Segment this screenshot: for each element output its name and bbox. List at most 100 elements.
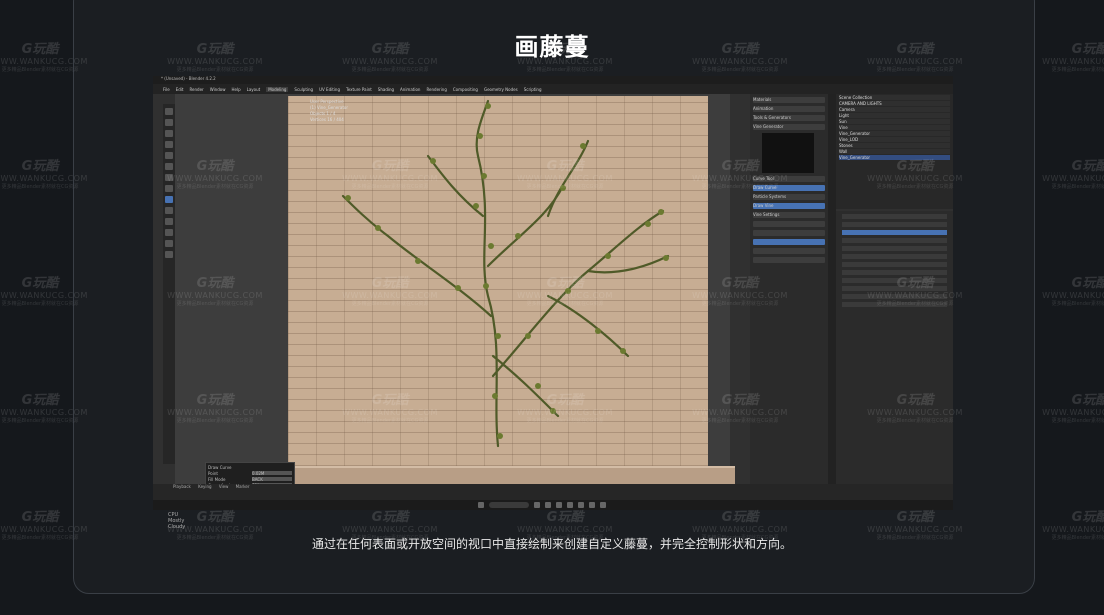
wall-base: [275, 466, 735, 486]
transform-tool-icon[interactable]: [165, 163, 173, 170]
menu-file[interactable]: File: [163, 87, 170, 92]
cursor-tool-icon[interactable]: [165, 119, 173, 126]
rotate-tool-icon[interactable]: [165, 141, 173, 148]
blender-icon[interactable]: [600, 502, 606, 508]
outliner-item[interactable]: Vine_Generator: [839, 131, 950, 136]
outliner-item[interactable]: Camera: [839, 107, 950, 112]
tab-texture-paint[interactable]: Texture Paint: [346, 87, 372, 92]
viewport-stats: User Perspective (1) Vine_Generator Obje…: [310, 99, 348, 123]
extrude-tool-icon[interactable]: [165, 218, 173, 225]
radius-tool-icon[interactable]: [165, 229, 173, 236]
prop-row[interactable]: [842, 254, 947, 259]
caption: 通过在任何表面或开放空间的视口中直接绘制来创建自定义藤蔓，并完全控制形状和方向。: [311, 537, 792, 551]
outliner-item[interactable]: Light: [839, 113, 950, 118]
vine-preview-thumbnail: [762, 133, 814, 173]
tab-modeling[interactable]: Modeling: [266, 86, 289, 92]
menu-edit[interactable]: Edit: [176, 87, 184, 92]
taskbar-search[interactable]: [489, 502, 529, 508]
start-icon[interactable]: [478, 502, 484, 508]
np-animation[interactable]: Animation: [753, 106, 825, 112]
np-row[interactable]: [753, 221, 825, 227]
outliner-item[interactable]: Stones: [839, 143, 950, 148]
np-vine-settings[interactable]: Vine Settings: [753, 212, 825, 218]
prop-row[interactable]: [842, 302, 947, 307]
tab-compositing[interactable]: Compositing: [453, 87, 478, 92]
prop-row[interactable]: [842, 214, 947, 219]
np-curve-tool[interactable]: Curve Tool: [753, 176, 825, 182]
window-titlebar: * (Unsaved) - Blender 4.2.2: [153, 76, 953, 84]
menu-render[interactable]: Render: [189, 87, 203, 92]
tilt-tool-icon[interactable]: [165, 240, 173, 247]
draw-tool-icon[interactable]: [165, 196, 173, 203]
move-tool-icon[interactable]: [165, 130, 173, 137]
prop-row[interactable]: [842, 286, 947, 291]
menu-window[interactable]: Window: [210, 87, 226, 92]
3d-viewport[interactable]: User Perspective (1) Vine_Generator Obje…: [175, 94, 735, 502]
properties-editor: [836, 211, 953, 484]
np-draw-curve[interactable]: Draw Curve: [753, 185, 825, 191]
op-label: Fill Mode: [208, 477, 226, 482]
timeline[interactable]: Playback Keying View Marker: [153, 484, 953, 500]
randomize-tool-icon[interactable]: [165, 251, 173, 258]
app-icon[interactable]: [567, 502, 573, 508]
app-icon[interactable]: [534, 502, 540, 508]
op-label: Point: [208, 471, 218, 476]
np-particle-systems[interactable]: Particle Systems: [753, 194, 825, 200]
np-materials[interactable]: Materials: [753, 97, 825, 103]
prop-row[interactable]: [842, 270, 947, 275]
sidebar-n-panel: Materials Animation Tools & Generators V…: [750, 94, 828, 484]
prop-row[interactable]: [842, 230, 947, 235]
timeline-view[interactable]: View: [219, 484, 229, 489]
np-row[interactable]: [753, 230, 825, 236]
prop-row[interactable]: [842, 262, 947, 267]
scale-tool-icon[interactable]: [165, 152, 173, 159]
menu-help[interactable]: Help: [231, 87, 240, 92]
timeline-keying[interactable]: Keying: [198, 484, 211, 489]
page-title: 画藤蔓: [514, 33, 590, 61]
op-field[interactable]: BACK: [252, 477, 292, 482]
app-icon[interactable]: [578, 502, 584, 508]
prop-row[interactable]: [842, 246, 947, 251]
np-draw-vine[interactable]: Draw Vine: [753, 203, 825, 209]
pen-tool-icon[interactable]: [165, 207, 173, 214]
tab-scripting[interactable]: Scripting: [524, 87, 542, 92]
blender-screenshot: * (Unsaved) - Blender 4.2.2 File Edit Re…: [153, 76, 953, 510]
window-title: * (Unsaved) - Blender 4.2.2: [161, 76, 216, 81]
tab-animation[interactable]: Animation: [400, 87, 420, 92]
tab-geometry-nodes[interactable]: Geometry Nodes: [484, 87, 518, 92]
np-row[interactable]: [753, 257, 825, 263]
prop-row[interactable]: [842, 278, 947, 283]
weather-widget: CPU Mostly Cloudy: [0, 510, 200, 534]
op-field[interactable]: 0.02M: [252, 471, 292, 476]
prop-row[interactable]: [842, 294, 947, 299]
outliner-item[interactable]: Vine: [839, 125, 950, 130]
np-tools-generators[interactable]: Tools & Generators: [753, 115, 825, 121]
measure-tool-icon[interactable]: [165, 185, 173, 192]
outliner-item[interactable]: Sun: [839, 119, 950, 124]
np-row[interactable]: [753, 239, 825, 245]
outliner-item-selected[interactable]: Vine_Generator: [839, 155, 950, 160]
np-vine-generator[interactable]: Vine Generator: [753, 124, 825, 130]
sidebar-tabs[interactable]: [828, 94, 836, 484]
outliner-item[interactable]: CAMERA AND LIGHTS: [839, 101, 950, 106]
outliner-item[interactable]: Scene Collection: [839, 95, 950, 100]
tab-shading[interactable]: Shading: [378, 87, 394, 92]
prop-row[interactable]: [842, 222, 947, 227]
outliner-item[interactable]: Wall: [839, 149, 950, 154]
app-icon[interactable]: [556, 502, 562, 508]
app-icon[interactable]: [589, 502, 595, 508]
tab-uv-editing[interactable]: UV Editing: [319, 87, 340, 92]
tab-sculpting[interactable]: Sculpting: [294, 87, 313, 92]
outliner: Scene Collection CAMERA AND LIGHTS Camer…: [836, 94, 953, 209]
timeline-marker[interactable]: Marker: [236, 484, 250, 489]
os-taskbar: [153, 500, 953, 510]
np-row[interactable]: [753, 248, 825, 254]
tab-layout[interactable]: Layout: [247, 87, 261, 92]
outliner-item[interactable]: Vine_LOD: [839, 137, 950, 142]
select-tool-icon[interactable]: [165, 108, 173, 115]
timeline-playback[interactable]: Playback: [173, 484, 191, 489]
annotate-tool-icon[interactable]: [165, 174, 173, 181]
prop-row[interactable]: [842, 238, 947, 243]
tab-rendering[interactable]: Rendering: [426, 87, 446, 92]
app-icon[interactable]: [545, 502, 551, 508]
